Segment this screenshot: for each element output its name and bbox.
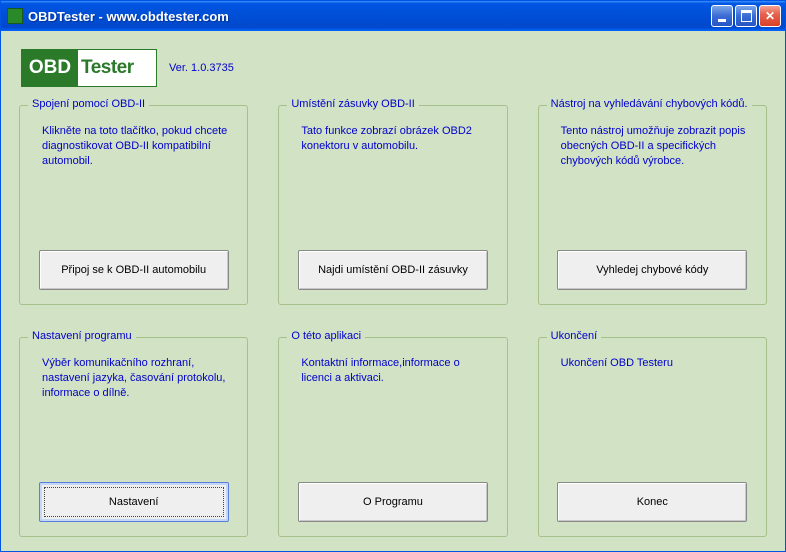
groupbox-title: O této aplikaci xyxy=(287,330,365,342)
app-header: OBD Tester Ver. 1.0.3735 xyxy=(21,49,767,87)
groupbox-desc: Tento nástroj umožňuje zobrazit popis ob… xyxy=(551,124,754,240)
groupbox-title: Umístění zásuvky OBD-II xyxy=(287,98,418,110)
panel-grid: Spojení pomocí OBD-II Klikněte na toto t… xyxy=(19,105,767,537)
maximize-button[interactable] xyxy=(735,5,757,27)
window-title: OBDTester - www.obdtester.com xyxy=(28,9,711,24)
settings-button[interactable]: Nastavení xyxy=(39,482,229,522)
app-icon xyxy=(7,8,23,24)
groupbox-title: Nástroj na vyhledávání chybových kódů. xyxy=(547,98,752,110)
groupbox-title: Nastavení programu xyxy=(28,330,136,342)
version-label: Ver. 1.0.3735 xyxy=(169,62,234,74)
lookup-button[interactable]: Vyhledej chybové kódy xyxy=(557,250,747,290)
groupbox-settings: Nastavení programu Výběr komunikačního r… xyxy=(19,337,248,537)
groupbox-about: O této aplikaci Kontaktní informace,info… xyxy=(278,337,507,537)
groupbox-desc: Kontaktní informace,informace o licenci … xyxy=(291,356,494,472)
groupbox-desc: Výběr komunikačního rozhraní, nastavení … xyxy=(32,356,235,472)
groupbox-exit: Ukončení Ukončení OBD Testeru Konec xyxy=(538,337,767,537)
groupbox-desc: Tato funkce zobrazí obrázek OBD2 konekto… xyxy=(291,124,494,240)
logo-right: Tester xyxy=(78,57,156,79)
groupbox-title: Spojení pomocí OBD-II xyxy=(28,98,149,110)
about-button[interactable]: O Programu xyxy=(298,482,488,522)
locate-button[interactable]: Najdi umístění OBD-II zásuvky xyxy=(298,250,488,290)
connect-button[interactable]: Připoj se k OBD-II automobilu xyxy=(39,250,229,290)
exit-button[interactable]: Konec xyxy=(557,482,747,522)
groupbox-locate: Umístění zásuvky OBD-II Tato funkce zobr… xyxy=(278,105,507,305)
logo-left: OBD xyxy=(22,50,78,86)
client-area: OBD Tester Ver. 1.0.3735 Spojení pomocí … xyxy=(1,31,785,551)
minimize-button[interactable] xyxy=(711,5,733,27)
groupbox-title: Ukončení xyxy=(547,330,601,342)
groupbox-desc: Ukončení OBD Testeru xyxy=(551,356,754,472)
window-controls xyxy=(711,5,781,27)
close-button[interactable] xyxy=(759,5,781,27)
main-window: OBDTester - www.obdtester.com OBD Tester… xyxy=(0,0,786,552)
groupbox-desc: Klikněte na toto tlačítko, pokud chcete … xyxy=(32,124,235,240)
titlebar[interactable]: OBDTester - www.obdtester.com xyxy=(1,1,785,31)
app-logo: OBD Tester xyxy=(21,49,157,87)
groupbox-lookup: Nástroj na vyhledávání chybových kódů. T… xyxy=(538,105,767,305)
groupbox-connect: Spojení pomocí OBD-II Klikněte na toto t… xyxy=(19,105,248,305)
